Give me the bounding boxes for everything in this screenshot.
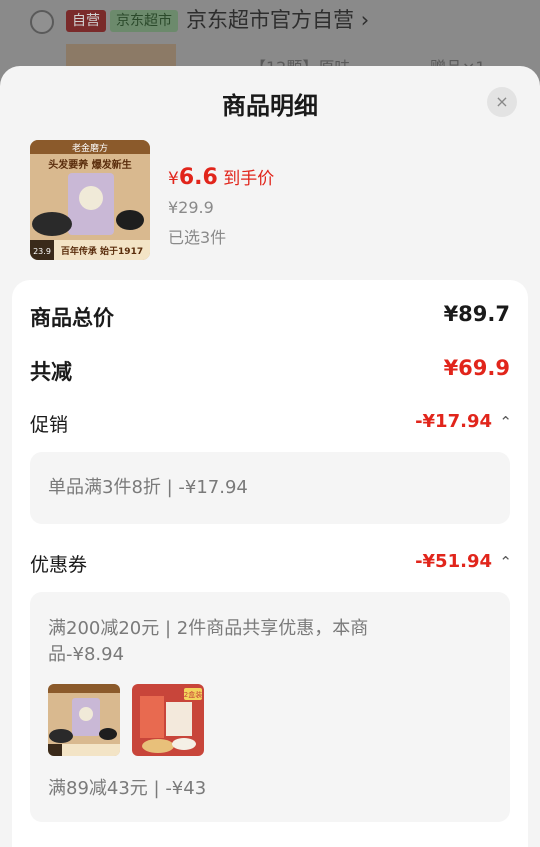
product-image-price-tag: 23.9 bbox=[33, 247, 51, 256]
close-icon: × bbox=[495, 92, 509, 111]
original-price: ¥29.9 bbox=[168, 198, 214, 217]
promotion-value[interactable]: -¥17.94 bbox=[415, 411, 492, 432]
product-image-art: 老金磨方 头发要养 爆发新生 23.9 百年传承 始于1917 bbox=[30, 140, 150, 260]
coupon-detail-line2: 品-¥8.94 bbox=[48, 644, 125, 665]
promotion-detail-box: 单品满3件8折 | -¥17.94 bbox=[30, 452, 510, 524]
coupon-product-thumb-art: 2盒装 bbox=[132, 684, 204, 756]
coupon-product-thumb[interactable]: 2盒装 bbox=[132, 684, 204, 756]
final-price-value: 6.6 bbox=[178, 165, 218, 190]
select-radio[interactable] bbox=[30, 10, 54, 34]
total-reduction-label: 共减 bbox=[30, 360, 72, 384]
close-button[interactable]: × bbox=[487, 87, 517, 117]
chevron-up-icon[interactable]: ⌃ bbox=[499, 413, 512, 431]
total-reduction-value: ¥69.9 bbox=[443, 356, 510, 380]
final-price: ¥6.6 到手价 bbox=[168, 164, 274, 190]
chevron-up-icon[interactable]: ⌃ bbox=[499, 553, 512, 571]
total-price-value: ¥89.7 bbox=[443, 302, 510, 326]
price-breakdown-card: 商品总价 ¥89.7 共减 ¥69.9 促销 -¥17.94 ⌃ 单品满3件8折… bbox=[12, 280, 528, 847]
sheet-title: 商品明细 bbox=[222, 92, 318, 120]
coupon-detail-box: 满200减20元 | 2件商品共享优惠，本商 品-¥8.94 2盒装 满89减4… bbox=[30, 592, 510, 822]
product-image-top-text: 老金磨方 bbox=[72, 142, 108, 154]
final-price-label: 到手价 bbox=[223, 169, 275, 189]
product-detail-sheet: 商品明细 × 老金磨方 头发要养 爆发新生 23.9 百年传承 始于1917 ¥… bbox=[0, 66, 540, 847]
selected-count: 已选3件 bbox=[168, 228, 227, 247]
promotion-label[interactable]: 促销 bbox=[30, 410, 68, 437]
chevron-right-icon: › bbox=[360, 8, 370, 32]
product-image-slogan: 头发要养 爆发新生 bbox=[48, 158, 131, 171]
promotion-detail-text: 单品满3件8折 | -¥17.94 bbox=[48, 477, 248, 498]
coupon-product-thumb-art bbox=[48, 684, 120, 756]
coupon-detail-bottom: 满89减43元 | -¥43 bbox=[48, 778, 207, 799]
jd-supermarket-badge: 京东超市 bbox=[110, 10, 178, 32]
self-operated-badge: 自营 bbox=[66, 10, 106, 32]
total-price-label: 商品总价 bbox=[30, 306, 114, 330]
currency-symbol: ¥ bbox=[168, 169, 179, 189]
coupon-value[interactable]: -¥51.94 bbox=[415, 551, 492, 572]
product-image[interactable]: 老金磨方 头发要养 爆发新生 23.9 百年传承 始于1917 bbox=[30, 140, 150, 260]
shop-name[interactable]: 京东超市官方自营 › bbox=[186, 5, 369, 35]
coupon-product-thumb-badge: 2盒装 bbox=[184, 690, 202, 699]
coupon-detail-line1: 满200减20元 | 2件商品共享优惠，本商 bbox=[48, 618, 369, 639]
product-image-bottom-text: 百年传承 始于1917 bbox=[61, 245, 143, 257]
shop-name-text: 京东超市官方自营 bbox=[186, 8, 354, 32]
coupon-product-thumb[interactable] bbox=[48, 684, 120, 756]
coupon-label[interactable]: 优惠券 bbox=[30, 550, 87, 577]
